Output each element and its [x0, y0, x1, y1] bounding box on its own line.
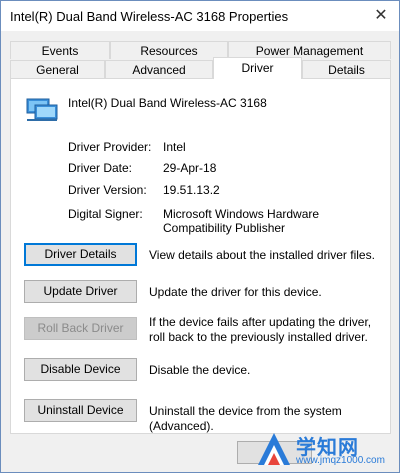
driver-provider-label: Driver Provider:	[68, 140, 152, 154]
digital-signer-value: Microsoft Windows Hardware Compatibility…	[163, 207, 320, 235]
driver-provider-value: Intel	[163, 140, 186, 154]
tab-events[interactable]: Events	[10, 41, 110, 59]
disable-device-description: Disable the device.	[149, 363, 251, 377]
tab-driver[interactable]: Driver	[213, 57, 302, 79]
driver-version-value: 19.51.13.2	[163, 183, 220, 197]
roll-back-driver-description: If the device fails after updating the d…	[149, 315, 372, 344]
network-adapter-icon	[26, 98, 58, 121]
driver-tab-panel: Intel(R) Dual Band Wireless-AC 3168 Driv…	[10, 78, 391, 434]
driver-version-label: Driver Version:	[68, 183, 147, 197]
uninstall-device-button[interactable]: Uninstall Device	[24, 399, 137, 422]
driver-details-button[interactable]: Driver Details	[24, 243, 137, 266]
tab-general[interactable]: General	[10, 60, 105, 78]
update-driver-button[interactable]: Update Driver	[24, 280, 137, 303]
digital-signer-label: Digital Signer:	[68, 207, 143, 221]
roll-back-driver-button: Roll Back Driver	[24, 317, 137, 340]
driver-date-label: Driver Date:	[68, 161, 133, 175]
watermark-url: www.jmqz1000.com	[296, 455, 385, 466]
watermark-logo-icon	[258, 433, 290, 465]
update-driver-description: Update the driver for this device.	[149, 285, 322, 299]
title-bar: Intel(R) Dual Band Wireless-AC 3168 Prop…	[1, 1, 399, 31]
driver-details-description: View details about the installed driver …	[149, 248, 375, 262]
driver-date-value: 29-Apr-18	[163, 161, 217, 175]
tab-details[interactable]: Details	[302, 60, 391, 78]
properties-dialog: Intel(R) Dual Band Wireless-AC 3168 Prop…	[0, 0, 400, 473]
window-title: Intel(R) Dual Band Wireless-AC 3168 Prop…	[10, 9, 289, 24]
disable-device-button[interactable]: Disable Device	[24, 358, 137, 381]
site-watermark: 学知网 www.jmqz1000.com	[256, 431, 396, 469]
tab-resources[interactable]: Resources	[110, 41, 228, 59]
device-name: Intel(R) Dual Band Wireless-AC 3168	[68, 96, 267, 110]
close-icon[interactable]: ✕	[371, 6, 391, 26]
tab-advanced[interactable]: Advanced	[105, 60, 213, 78]
uninstall-device-description: Uninstall the device from the system (Ad…	[149, 404, 342, 433]
